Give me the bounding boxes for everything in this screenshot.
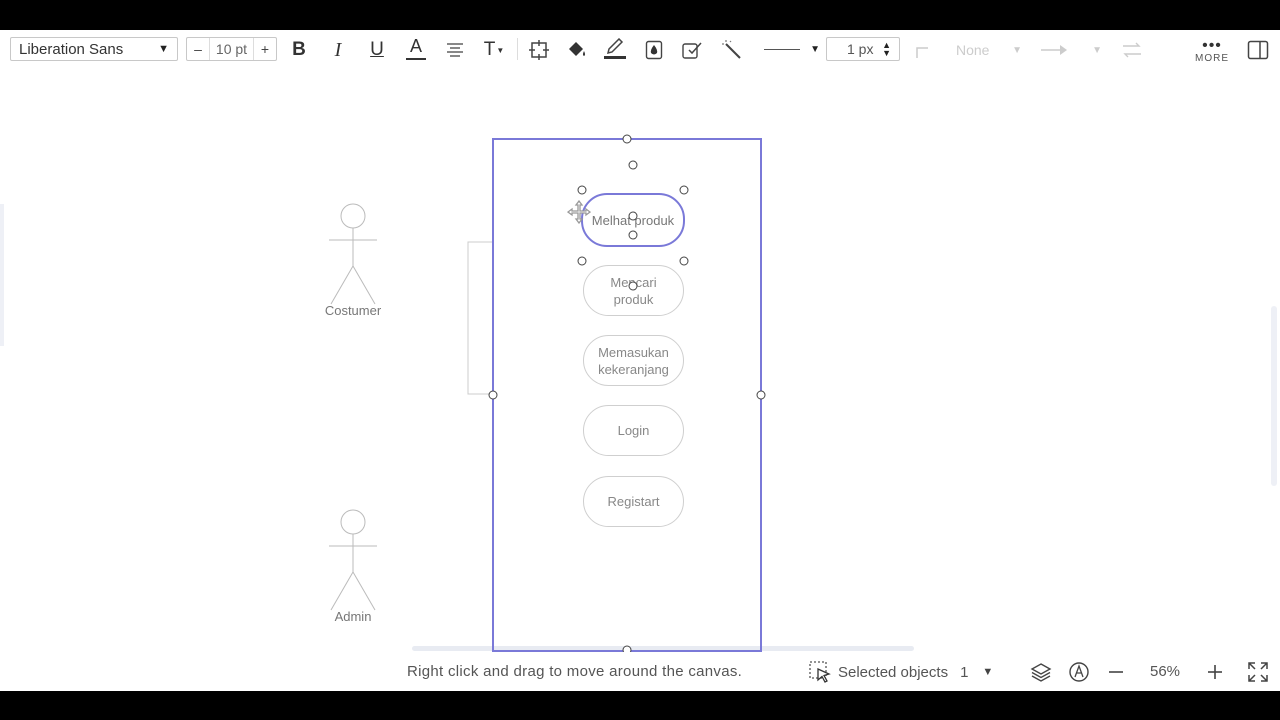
line-width-stepper[interactable]: 1 px ▲ ▼: [826, 37, 900, 61]
font-color-letter: A: [409, 36, 422, 56]
line-color-swatch: [604, 55, 626, 59]
selected-objects-count: 1: [960, 663, 969, 681]
chevron-down-icon: ▼: [1092, 44, 1102, 56]
opacity-button[interactable]: [642, 38, 666, 62]
font-size-value[interactable]: 10 pt: [210, 38, 253, 60]
diagram-canvas[interactable]: Costumer Admin Melhat produk Mencari pro…: [0, 72, 1280, 655]
connector-elbow-icon: [916, 47, 928, 58]
style-button[interactable]: [680, 38, 704, 62]
zoom-in-button[interactable]: [1203, 660, 1227, 684]
selected-objects-control[interactable]: Selected objects 1 ▼: [808, 660, 993, 684]
association-line[interactable]: [467, 241, 492, 395]
text-align-button[interactable]: [443, 38, 467, 62]
font-size-increase-button[interactable]: +: [253, 38, 276, 60]
layers-button[interactable]: [1029, 660, 1053, 684]
selected-objects-label: Selected objects: [838, 663, 949, 681]
layers-icon: [1030, 663, 1052, 682]
resize-handle-left[interactable]: [488, 390, 498, 400]
style-palette-icon: [682, 42, 702, 59]
move-cursor-icon: [566, 199, 592, 225]
connection-point-bottom[interactable]: [628, 211, 638, 221]
line-color-button[interactable]: [603, 36, 627, 60]
resize-handle-right[interactable]: [756, 390, 766, 400]
line-end-select[interactable]: ▼: [1040, 38, 1102, 62]
status-bar: Right click and drag to move around the …: [0, 652, 1280, 691]
position-button[interactable]: [527, 38, 551, 62]
usecase-login[interactable]: Login: [583, 405, 684, 456]
actor-costumer-figure: [329, 203, 377, 305]
magic-wand-icon: [722, 40, 741, 59]
font-color-swatch: [406, 58, 426, 60]
connection-point-right[interactable]: [679, 185, 689, 195]
paint-bucket-icon: [569, 42, 585, 56]
navigate-button[interactable]: [1067, 660, 1091, 684]
chevron-down-icon: ▼: [158, 43, 169, 55]
diagram-editor: Liberation Sans ▼ – 10 pt + B I U A T▼: [0, 30, 1280, 691]
swap-arrows-button[interactable]: [1120, 38, 1144, 62]
line-start-select[interactable]: None ▼: [952, 38, 1022, 62]
more-label: MORE: [1195, 52, 1229, 64]
pencil-icon: [606, 37, 624, 54]
canvas-hint: Right click and drag to move around the …: [407, 663, 743, 680]
text-type-letter: T: [483, 39, 496, 60]
bold-button[interactable]: B: [287, 38, 311, 62]
usecase-mencari-produk[interactable]: Mencari produk: [583, 265, 684, 316]
fill-color-button[interactable]: [565, 38, 589, 62]
connector-button[interactable]: [912, 38, 936, 62]
toggle-panel-button[interactable]: [1246, 38, 1270, 62]
caret-down-icon: ▼: [496, 45, 505, 55]
toolbar: Liberation Sans ▼ – 10 pt + B I U A T▼: [0, 30, 1280, 72]
font-size-stepper: – 10 pt +: [186, 37, 277, 61]
opacity-drop-icon: [645, 40, 663, 60]
line-solid-icon: [764, 48, 800, 50]
compass-icon: [1069, 662, 1089, 682]
chevron-down-icon: ▼: [810, 43, 820, 55]
line-width-value: 1 px: [847, 41, 874, 57]
panel-layout-icon: [1247, 40, 1269, 60]
connection-point-left[interactable]: [577, 256, 587, 266]
swap-icon: [1123, 42, 1141, 58]
zoom-out-button[interactable]: [1104, 660, 1128, 684]
usecase-registart[interactable]: Registart: [583, 476, 684, 527]
connection-point-top[interactable]: [628, 160, 638, 170]
chevron-down-icon: ▼: [982, 666, 994, 678]
line-start-value: None: [956, 42, 990, 58]
connection-point-right[interactable]: [679, 256, 689, 266]
fit-to-screen-button[interactable]: [1246, 660, 1270, 684]
connection-point-bottom[interactable]: [628, 281, 638, 291]
actor-admin-figure: [329, 509, 377, 611]
zoom-level[interactable]: 56%: [1150, 663, 1180, 680]
usecase-memasukan-kekeranjang[interactable]: Memasukan kekeranjang: [583, 335, 684, 386]
font-color-button[interactable]: A: [404, 36, 428, 60]
actor-label-costumer: Costumer: [324, 303, 382, 318]
font-family-value: Liberation Sans: [19, 40, 124, 58]
underline-button[interactable]: U: [365, 38, 389, 62]
ellipsis-icon: •••: [1202, 36, 1222, 54]
connection-point-top[interactable]: [628, 230, 638, 240]
text-type-button[interactable]: T ▼: [482, 38, 506, 62]
chevron-down-icon: ▼: [1012, 44, 1022, 56]
more-button[interactable]: ••• MORE: [1190, 34, 1234, 68]
format-painter-button[interactable]: [721, 38, 745, 62]
connection-point-left[interactable]: [577, 185, 587, 195]
align-center-icon: [447, 43, 463, 57]
arrow-right-icon: [1041, 45, 1067, 55]
italic-button[interactable]: I: [326, 38, 350, 62]
select-cursor-icon: [809, 661, 831, 683]
plus-icon: [1208, 665, 1222, 679]
expand-icon: [1248, 662, 1268, 682]
line-style-select[interactable]: ▼: [760, 37, 824, 61]
crosshair-frame-icon: [529, 40, 549, 60]
font-family-select[interactable]: Liberation Sans ▼: [10, 37, 178, 61]
toolbar-divider: [517, 38, 518, 60]
resize-handle-top[interactable]: [622, 134, 632, 144]
font-size-decrease-button[interactable]: –: [187, 38, 210, 60]
actor-label-admin: Admin: [334, 609, 372, 624]
up-down-icon: ▲ ▼: [882, 40, 891, 58]
minus-icon: [1109, 671, 1123, 673]
